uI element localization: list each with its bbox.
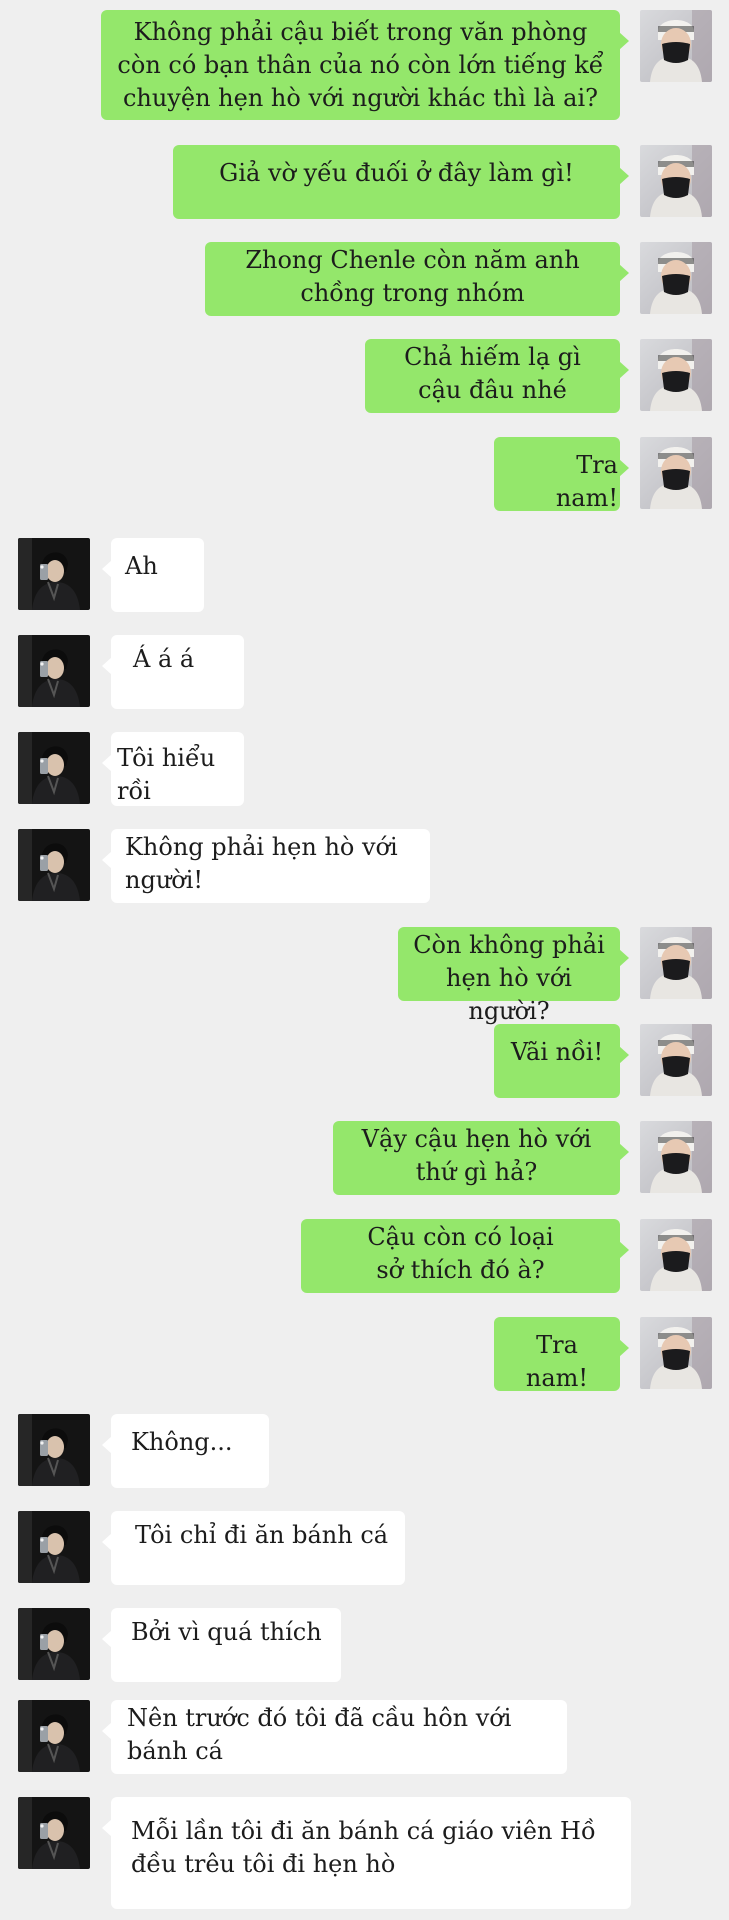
mirror-selfie-avatar-icon (18, 732, 90, 804)
message-bubble-received[interactable]: Tôi hiểu rồi (102, 732, 244, 806)
message-text-line: Vậy cậu hẹn hò với (361, 1125, 592, 1153)
message-text-line: Còn không phải (413, 931, 605, 959)
message-text-line: người! (125, 866, 204, 894)
message-bubble-sent[interactable]: Vậy cậu hẹn hò với thứ gì hả? (333, 1121, 629, 1195)
message-bubble-sent[interactable]: Tra nam! (494, 1317, 629, 1392)
message-text-line: Bởi vì quá thích (131, 1618, 322, 1646)
my-avatar[interactable] (640, 339, 712, 411)
message-text-line: Không phải cậu biết trong văn phòng (133, 18, 588, 46)
message-text-line: Nên trước đó tôi đã cầu hôn với (127, 1704, 512, 1732)
friend-avatar[interactable] (18, 1511, 90, 1583)
my-avatar[interactable] (640, 1317, 712, 1389)
friend-avatar[interactable] (18, 732, 90, 804)
mirror-selfie-avatar-icon (18, 635, 90, 707)
message-bubble-sent[interactable]: Không phải cậu biết trong văn phòng còn … (101, 10, 629, 120)
friend-avatar[interactable] (18, 538, 90, 610)
message-text-line: thứ gì hả? (415, 1158, 538, 1186)
message-text-line: cậu đâu nhé (418, 376, 567, 404)
friend-avatar[interactable] (18, 829, 90, 901)
message-bubble-sent[interactable]: Zhong Chenle còn năm anh chồng trong nhó… (205, 242, 629, 316)
message-text-line: sở thích đó à? (376, 1256, 545, 1284)
message-text-line: Chả hiếm lạ gì (404, 343, 581, 371)
my-avatar[interactable] (640, 1219, 712, 1291)
masked-person-avatar-icon (640, 339, 712, 411)
message-bubble-received[interactable]: Nên trước đó tôi đã cầu hôn với bánh cá (102, 1700, 567, 1774)
masked-person-avatar-icon (640, 1121, 712, 1193)
message-bubble-sent[interactable]: Vãi nồi! (494, 1024, 629, 1098)
masked-person-avatar-icon (640, 242, 712, 314)
message-bubble-sent[interactable]: Tra nam! (494, 437, 629, 512)
my-avatar[interactable] (640, 145, 712, 217)
masked-person-avatar-icon (640, 145, 712, 217)
my-avatar[interactable] (640, 242, 712, 314)
mirror-selfie-avatar-icon (18, 1511, 90, 1583)
message-text-line: Mỗi lần tôi đi ăn bánh cá giáo viên Hồ (131, 1817, 596, 1845)
message-bubble-received[interactable]: Á á á (102, 635, 244, 709)
message-bubble-sent[interactable]: Còn không phải hẹn hò với người? (398, 927, 629, 1025)
message-bubble-received[interactable]: Không... (102, 1414, 269, 1488)
message-bubble-received[interactable]: Bởi vì quá thích (102, 1608, 341, 1682)
message-bubble-received[interactable]: Ah (102, 538, 204, 612)
message-text-line: hẹn hò với người? (446, 964, 572, 1025)
message-text-line: còn có bạn thân của nó còn lớn tiếng kể (117, 51, 604, 79)
masked-person-avatar-icon (640, 437, 712, 509)
message-text-line: Zhong Chenle còn năm anh (245, 246, 580, 274)
message-text-line: Không phải hẹn hò với (125, 833, 398, 861)
message-text-line: đều trêu tôi đi hẹn hò (131, 1850, 396, 1878)
friend-avatar[interactable] (18, 1797, 90, 1869)
message-text-line: Tôi hiểu rồi (117, 744, 216, 805)
mirror-selfie-avatar-icon (18, 1414, 90, 1486)
friend-avatar[interactable] (18, 1608, 90, 1680)
message-bubble-received[interactable]: Mỗi lần tôi đi ăn bánh cá giáo viên Hồ đ… (102, 1797, 631, 1909)
my-avatar[interactable] (640, 927, 712, 999)
message-text-line: Không... (131, 1428, 233, 1456)
message-text-line: Cậu còn có loại (367, 1223, 554, 1251)
mirror-selfie-avatar-icon (18, 1700, 90, 1772)
masked-person-avatar-icon (640, 1317, 712, 1389)
masked-person-avatar-icon (640, 1219, 712, 1291)
mirror-selfie-avatar-icon (18, 829, 90, 901)
message-text-line: Tra nam! (525, 1331, 589, 1392)
message-bubble-received[interactable]: Không phải hẹn hò với người! (102, 829, 430, 903)
message-text-line: Á á á (133, 645, 195, 673)
message-text-line: chuyện hẹn hò với người khác thì là ai? (122, 84, 599, 112)
my-avatar[interactable] (640, 1024, 712, 1096)
message-text-line: chồng trong nhóm (300, 279, 525, 307)
friend-avatar[interactable] (18, 635, 90, 707)
message-text-line: Tra nam! (555, 451, 618, 512)
message-bubble-sent[interactable]: Chả hiếm lạ gì cậu đâu nhé (365, 339, 629, 413)
friend-avatar[interactable] (18, 1700, 90, 1772)
message-bubble-sent[interactable]: Giả vờ yếu đuối ở đây làm gì! (173, 145, 629, 219)
my-avatar[interactable] (640, 437, 712, 509)
friend-avatar[interactable] (18, 1414, 90, 1486)
message-text-line: Ah (125, 552, 158, 580)
mirror-selfie-avatar-icon (18, 538, 90, 610)
mirror-selfie-avatar-icon (18, 1797, 90, 1869)
message-text-line: Giả vờ yếu đuối ở đây làm gì! (219, 159, 574, 187)
message-text-line: Tôi chỉ đi ăn bánh cá (135, 1521, 389, 1549)
my-avatar[interactable] (640, 10, 712, 82)
message-bubble-received[interactable]: Tôi chỉ đi ăn bánh cá (102, 1511, 405, 1585)
masked-person-avatar-icon (640, 10, 712, 82)
message-text-line: Vãi nồi! (510, 1038, 604, 1066)
mirror-selfie-avatar-icon (18, 1608, 90, 1680)
message-bubble-sent[interactable]: Cậu còn có loại sở thích đó à? (301, 1219, 629, 1293)
masked-person-avatar-icon (640, 1024, 712, 1096)
masked-person-avatar-icon (640, 927, 712, 999)
message-text-line: bánh cá (127, 1737, 223, 1765)
my-avatar[interactable] (640, 1121, 712, 1193)
